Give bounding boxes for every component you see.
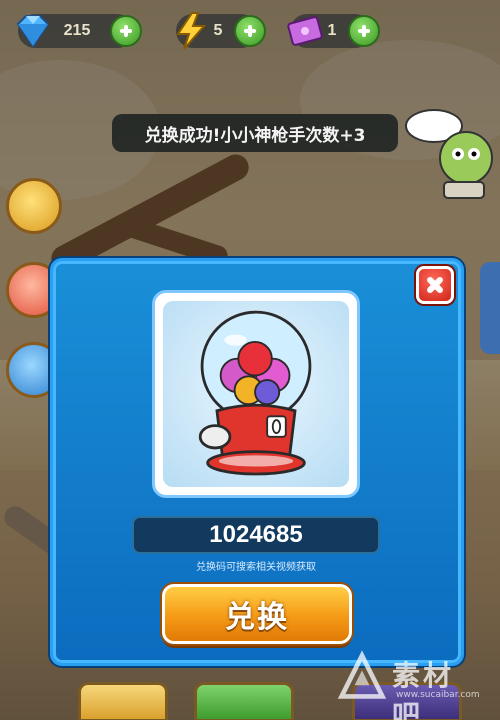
watermark-text: 素材吧 (392, 659, 455, 720)
gem-icon (16, 15, 50, 48)
bottom-tile-2[interactable] (194, 682, 294, 720)
toast-message: 兑换成功!小小神枪手次数+3 (112, 114, 398, 152)
reward-item-frame (152, 290, 360, 498)
ticket-icon (287, 16, 323, 46)
close-icon[interactable] (416, 266, 454, 304)
redeem-code-field[interactable]: 1024685 (132, 516, 380, 554)
watermark-logo-icon (337, 650, 387, 699)
ticket-counter: 1 (287, 14, 380, 48)
add-gems-button[interactable] (110, 15, 142, 47)
watermark: 素材吧 www.sucaibar.com (334, 648, 484, 720)
bottom-tile-1[interactable] (78, 682, 168, 720)
follow-mascot-icon[interactable] (404, 104, 496, 200)
add-energy-button[interactable] (234, 15, 266, 47)
right-drawer-tab[interactable] (480, 262, 500, 354)
energy-counter: 5 (176, 12, 266, 50)
watermark-url: www.sucaibar.com (396, 690, 480, 700)
lightning-icon (176, 12, 207, 50)
gem-counter: 215 (16, 14, 142, 48)
gumball-machine-icon (198, 310, 312, 476)
side-menu-button-1[interactable] (6, 178, 62, 234)
add-tickets-button[interactable] (348, 15, 380, 47)
redeem-hint-text: 兑换码可搜索相关视频获取 (196, 562, 316, 573)
redeem-button[interactable]: 兑换 (162, 584, 352, 644)
